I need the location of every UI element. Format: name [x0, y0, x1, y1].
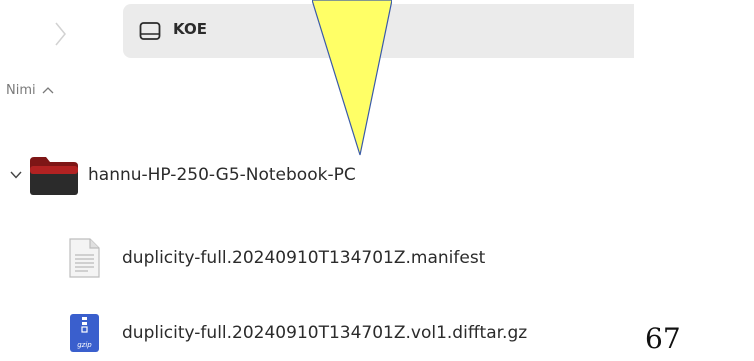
gzip-archive-icon: gzip: [70, 314, 99, 352]
list-item-name: duplicity-full.20240910T134701Z.manifest: [122, 248, 486, 268]
column-header-label: Nimi: [6, 82, 36, 98]
sort-ascending-icon: [42, 87, 54, 94]
page-number: 67: [645, 322, 681, 355]
svg-text:gzip: gzip: [77, 341, 92, 349]
list-item-name: hannu-HP-250-G5-Notebook-PC: [88, 165, 356, 185]
back-chevron-icon[interactable]: [48, 20, 72, 48]
list-item-folder[interactable]: hannu-HP-250-G5-Notebook-PC: [6, 150, 356, 200]
column-header-name[interactable]: Nimi: [6, 80, 54, 100]
path-label: KOE: [173, 20, 207, 38]
list-item-name: duplicity-full.20240910T134701Z.vol1.dif…: [122, 323, 528, 343]
text-file-icon: [69, 238, 100, 278]
drive-icon: [139, 22, 161, 40]
callout-pointer: [312, 0, 392, 156]
folder-icon: [30, 157, 78, 195]
expander-chevron-down-icon[interactable]: [6, 165, 26, 185]
list-item-file[interactable]: duplicity-full.20240910T134701Z.manifest: [66, 236, 485, 280]
list-item-file[interactable]: gzip duplicity-full.20240910T134701Z.vol…: [66, 311, 527, 355]
